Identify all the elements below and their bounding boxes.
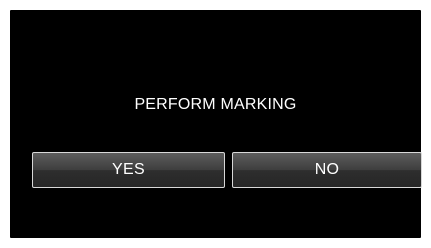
- confirmation-screen: PERFORM MARKING YES NO: [10, 10, 422, 238]
- no-button[interactable]: NO: [232, 152, 422, 188]
- yes-button[interactable]: YES: [32, 152, 225, 188]
- dialog-message: PERFORM MARKING: [134, 96, 297, 113]
